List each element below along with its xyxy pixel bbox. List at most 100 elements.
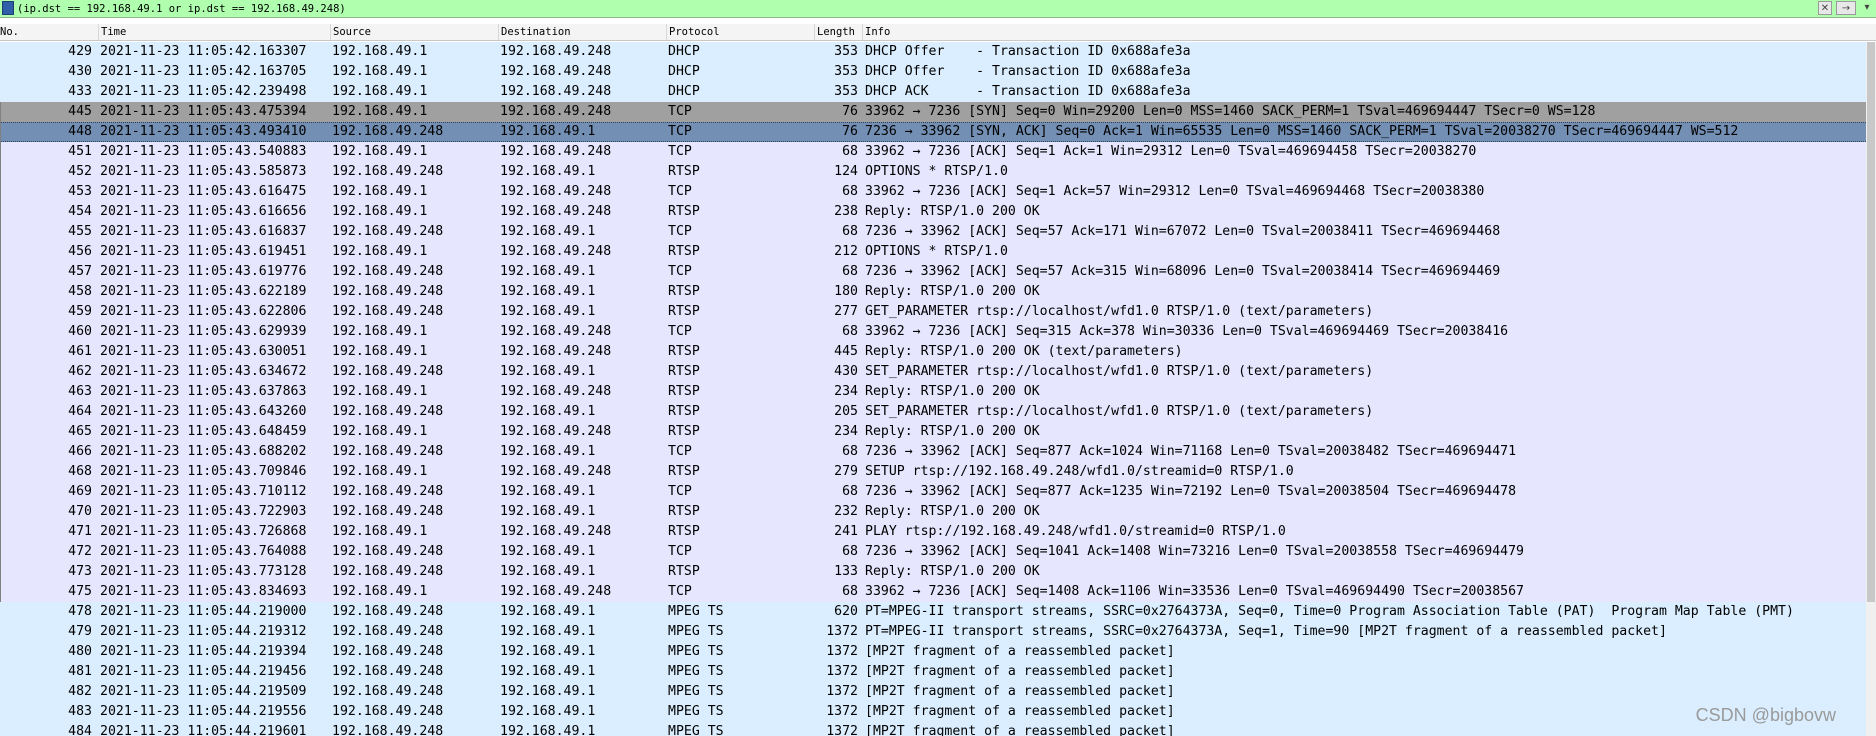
packet-row[interactable]: 463 2021-11-23 11:05:43.637863 192.168.49.…: [0, 382, 1876, 402]
cell-time: 2021-11-23 11:05:43.619776: [100, 264, 307, 279]
cell-info: DHCP Offer - Transaction ID 0x688afe3a: [865, 44, 1191, 59]
cell-length: 353: [834, 84, 858, 99]
packet-row[interactable]: 457 2021-11-23 11:05:43.619776 192.168.49.…: [0, 262, 1876, 282]
cell-protocol: MPEG TS: [668, 724, 724, 736]
packet-row[interactable]: 469 2021-11-23 11:05:43.710112 192.168.49.…: [0, 482, 1876, 502]
packet-list-scrollbar[interactable]: [1866, 42, 1876, 736]
cell-no: 459: [68, 304, 92, 319]
packet-row[interactable]: 461 2021-11-23 11:05:43.630051 192.168.49.…: [0, 342, 1876, 362]
packet-row[interactable]: 478 2021-11-23 11:05:44.219000 192.168.49.…: [0, 602, 1876, 622]
column-header-destination[interactable]: Destination: [498, 24, 666, 40]
packet-row[interactable]: 472 2021-11-23 11:05:43.764088 192.168.49.…: [0, 542, 1876, 562]
cell-info: GET_PARAMETER rtsp://localhost/wfd1.0 RT…: [865, 304, 1374, 319]
packet-row[interactable]: 433 2021-11-23 11:05:42.239498 192.168.49.…: [0, 82, 1876, 102]
cell-destination: 192.168.49.1: [500, 264, 596, 279]
packet-row[interactable]: 468 2021-11-23 11:05:43.709846 192.168.49.…: [0, 462, 1876, 482]
packet-row[interactable]: 473 2021-11-23 11:05:43.773128 192.168.49.…: [0, 562, 1876, 582]
filter-history-dropdown[interactable]: ▾: [1860, 1, 1874, 15]
packet-row[interactable]: 459 2021-11-23 11:05:43.622806 192.168.49.…: [0, 302, 1876, 322]
packet-row[interactable]: 462 2021-11-23 11:05:43.634672 192.168.49.…: [0, 362, 1876, 382]
cell-no: 454: [68, 204, 92, 219]
packet-row[interactable]: 481 2021-11-23 11:05:44.219456 192.168.49.…: [0, 662, 1876, 682]
cell-source: 192.168.49.248: [332, 684, 444, 699]
cell-time: 2021-11-23 11:05:43.834693: [100, 584, 307, 599]
cell-source: 192.168.49.1: [332, 464, 428, 479]
cell-destination: 192.168.49.1: [500, 724, 596, 736]
packet-row[interactable]: 465 2021-11-23 11:05:43.648459 192.168.49.…: [0, 422, 1876, 442]
cell-protocol: DHCP: [668, 84, 700, 99]
cell-source: 192.168.49.1: [332, 424, 428, 439]
cell-time: 2021-11-23 11:05:44.219556: [100, 704, 307, 719]
cell-no: 483: [68, 704, 92, 719]
cell-destination: 192.168.49.1: [500, 224, 596, 239]
packet-row[interactable]: 456 2021-11-23 11:05:43.619451 192.168.49.…: [0, 242, 1876, 262]
cell-time: 2021-11-23 11:05:43.616656: [100, 204, 307, 219]
cell-protocol: RTSP: [668, 284, 700, 299]
column-header-protocol[interactable]: Protocol: [666, 24, 814, 40]
cell-destination: 192.168.49.248: [500, 344, 612, 359]
packet-row[interactable]: 451 2021-11-23 11:05:43.540883 192.168.49.…: [0, 142, 1876, 162]
cell-no: 460: [68, 324, 92, 339]
cell-no: 464: [68, 404, 92, 419]
packet-row[interactable]: 454 2021-11-23 11:05:43.616656 192.168.49.…: [0, 202, 1876, 222]
packet-row[interactable]: 445 2021-11-23 11:05:43.475394 192.168.49.…: [0, 102, 1876, 122]
packet-row[interactable]: 458 2021-11-23 11:05:43.622189 192.168.49.…: [0, 282, 1876, 302]
cell-info: 7236 → 33962 [SYN, ACK] Seq=0 Ack=1 Win=…: [865, 124, 1739, 139]
cell-time: 2021-11-23 11:05:43.722903: [100, 504, 307, 519]
cell-no: 445: [68, 104, 92, 119]
cell-info: 7236 → 33962 [ACK] Seq=57 Ack=171 Win=67…: [865, 224, 1501, 239]
cell-source: 192.168.49.248: [332, 624, 444, 639]
clear-filter-button[interactable]: ✕: [1818, 1, 1832, 15]
column-header-source[interactable]: Source: [330, 24, 498, 40]
column-header-info[interactable]: Info: [862, 24, 1866, 40]
packet-row[interactable]: 429 2021-11-23 11:05:42.163307 192.168.49.…: [0, 42, 1876, 62]
packet-row[interactable]: 479 2021-11-23 11:05:44.219312 192.168.49.…: [0, 622, 1876, 642]
cell-info: OPTIONS * RTSP/1.0: [865, 164, 1008, 179]
packet-row[interactable]: 455 2021-11-23 11:05:43.616837 192.168.49.…: [0, 222, 1876, 242]
packet-row[interactable]: 464 2021-11-23 11:05:43.643260 192.168.49.…: [0, 402, 1876, 422]
packet-row[interactable]: 484 2021-11-23 11:05:44.219601 192.168.49.…: [0, 722, 1876, 736]
cell-source: 192.168.49.248: [332, 364, 444, 379]
packet-row[interactable]: 470 2021-11-23 11:05:43.722903 192.168.49.…: [0, 502, 1876, 522]
packet-row[interactable]: 483 2021-11-23 11:05:44.219556 192.168.49.…: [0, 702, 1876, 722]
packet-row[interactable]: 471 2021-11-23 11:05:43.726868 192.168.49.…: [0, 522, 1876, 542]
cell-destination: 192.168.49.248: [500, 524, 612, 539]
cell-length: 234: [834, 424, 858, 439]
packet-row[interactable]: 453 2021-11-23 11:05:43.616475 192.168.49.…: [0, 182, 1876, 202]
column-header-time[interactable]: Time: [98, 24, 330, 40]
filter-bookmark-icon[interactable]: [2, 1, 14, 15]
packet-row[interactable]: 448 2021-11-23 11:05:43.493410 192.168.49.…: [0, 122, 1876, 142]
cell-protocol: RTSP: [668, 464, 700, 479]
cell-source: 192.168.49.248: [332, 604, 444, 619]
packet-row[interactable]: 475 2021-11-23 11:05:43.834693 192.168.49.…: [0, 582, 1876, 602]
cell-info: DHCP ACK - Transaction ID 0x688afe3a: [865, 84, 1191, 99]
cell-length: 68: [842, 544, 858, 559]
packet-list[interactable]: 429 2021-11-23 11:05:42.163307 192.168.49.…: [0, 42, 1876, 736]
cell-source: 192.168.49.248: [332, 124, 444, 139]
packet-row[interactable]: 466 2021-11-23 11:05:43.688202 192.168.49.…: [0, 442, 1876, 462]
column-header-length[interactable]: Length: [814, 24, 862, 40]
cell-no: 466: [68, 444, 92, 459]
packet-row[interactable]: 480 2021-11-23 11:05:44.219394 192.168.49.…: [0, 642, 1876, 662]
cell-length: 1372: [826, 724, 858, 736]
cell-source: 192.168.49.248: [332, 164, 444, 179]
cell-info: PLAY rtsp://192.168.49.248/wfd1.0/stream…: [865, 524, 1286, 539]
cell-protocol: TCP: [668, 224, 692, 239]
apply-filter-button[interactable]: →: [1836, 1, 1856, 15]
cell-info: SET_PARAMETER rtsp://localhost/wfd1.0 RT…: [865, 364, 1374, 379]
packet-row[interactable]: 430 2021-11-23 11:05:42.163705 192.168.49.…: [0, 62, 1876, 82]
packet-row[interactable]: 460 2021-11-23 11:05:43.629939 192.168.49.…: [0, 322, 1876, 342]
column-header-no[interactable]: No.: [0, 24, 98, 40]
cell-length: 205: [834, 404, 858, 419]
cell-source: 192.168.49.1: [332, 44, 428, 59]
cell-no: 453: [68, 184, 92, 199]
cell-protocol: DHCP: [668, 64, 700, 79]
packet-row[interactable]: 482 2021-11-23 11:05:44.219509 192.168.49.…: [0, 682, 1876, 702]
cell-protocol: TCP: [668, 584, 692, 599]
packet-list-header: No. Time Source Destination Protocol Len…: [0, 24, 1876, 41]
cell-no: 472: [68, 544, 92, 559]
display-filter-input[interactable]: (ip.dst == 192.168.49.1 or ip.dst == 192…: [17, 2, 346, 16]
packet-row[interactable]: 452 2021-11-23 11:05:43.585873 192.168.49.…: [0, 162, 1876, 182]
scrollbar-thumb[interactable]: [1867, 42, 1875, 602]
cell-protocol: TCP: [668, 324, 692, 339]
